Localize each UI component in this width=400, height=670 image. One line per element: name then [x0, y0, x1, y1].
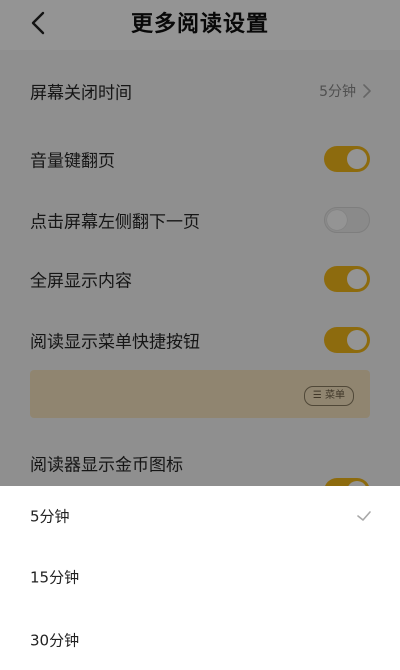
- picker-option-30min[interactable]: 30分钟: [0, 610, 400, 670]
- picker-option-5min[interactable]: 5分钟: [0, 486, 400, 546]
- check-icon: [357, 511, 371, 521]
- dim-overlay[interactable]: [0, 0, 400, 486]
- time-picker-sheet: 5分钟 15分钟 30分钟: [0, 486, 400, 666]
- option-label: 30分钟: [30, 631, 80, 650]
- option-label: 15分钟: [30, 568, 80, 587]
- option-label: 5分钟: [30, 507, 70, 526]
- picker-option-15min[interactable]: 15分钟: [0, 547, 400, 607]
